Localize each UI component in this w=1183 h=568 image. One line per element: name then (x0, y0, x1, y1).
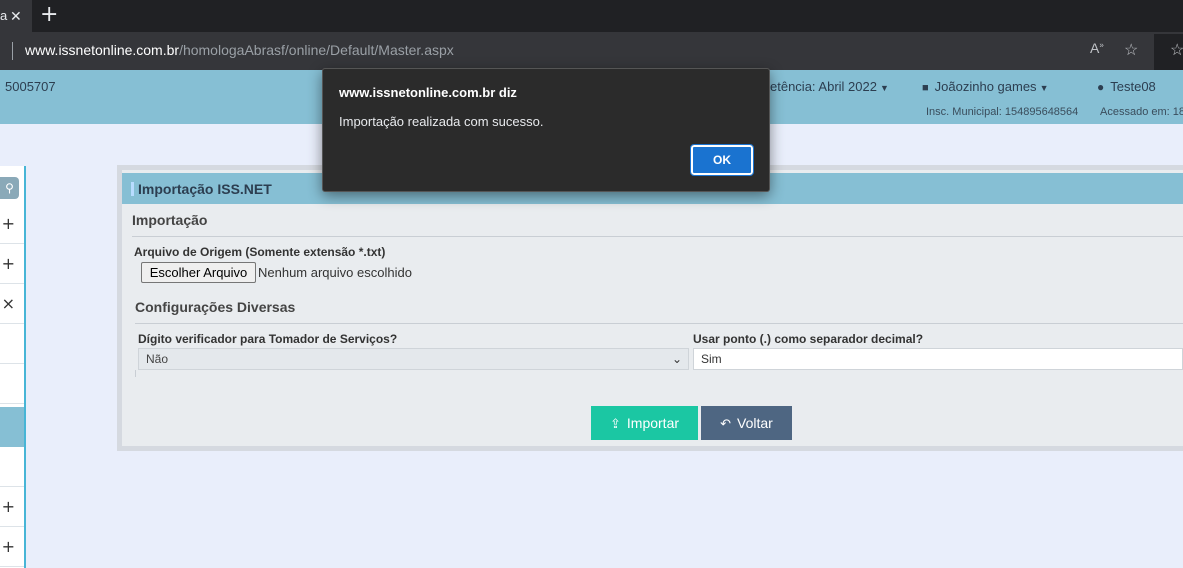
chevron-down-icon: ⌄ (671, 352, 682, 366)
insc-municipal: Insc. Municipal: 154895648564 (926, 106, 1079, 118)
digito-select[interactable]: Não ⌄ (138, 348, 689, 370)
panel-title: Importação ISS.NET (138, 181, 272, 197)
file-status: Nenhum arquivo escolhido (258, 265, 412, 280)
sidebar: ⚲ + + × + + (0, 166, 26, 568)
browser-tab-strip: a ✕ + (0, 0, 1183, 32)
ok-button[interactable]: OK (690, 144, 754, 176)
sidebar-item[interactable] (0, 324, 24, 364)
briefcase-icon: ■ (922, 82, 929, 94)
close-icon[interactable]: ✕ (10, 0, 22, 32)
file-label: Arquivo de Origem (Somente extensão *.tx… (134, 245, 386, 259)
section-configuracoes: Configurações Diversas (135, 299, 296, 315)
header-code: 5005707 (5, 79, 56, 94)
sidebar-item[interactable] (0, 447, 24, 487)
sidebar-item-expand[interactable]: + (0, 244, 24, 284)
browser-tab-label: a (0, 8, 8, 23)
address-bar-divider (12, 42, 13, 60)
choose-file-button[interactable]: Escolher Arquivo (141, 262, 256, 283)
sidebar-item-expand[interactable]: + (0, 527, 24, 567)
sidebar-item-expand[interactable]: + (0, 487, 24, 527)
browser-tab[interactable]: a ✕ (0, 0, 32, 32)
dialog-message: Importação realizada com sucesso. (339, 114, 544, 129)
import-panel: Importação ISS.NET Importação Arquivo de… (117, 165, 1183, 451)
back-button-label: Voltar (737, 415, 773, 431)
caret-down-icon: ▼ (879, 83, 889, 93)
competencia-dropdown[interactable]: etência: Abril 2022 ▼ (770, 79, 889, 94)
favorites-icon[interactable]: ☆ (1170, 40, 1183, 60)
digito-label: Dígito verificador para Tomador de Servi… (138, 332, 398, 346)
user-menu[interactable]: ● Teste08 (1097, 79, 1156, 94)
company-label: Joãozinho games (934, 79, 1037, 94)
divider (132, 236, 1183, 237)
url-host: www.issnetonline.com.br (25, 42, 180, 58)
caret-down-icon: ▼ (1039, 83, 1049, 93)
sidebar-item[interactable] (0, 364, 24, 404)
sidebar-item-active[interactable] (0, 407, 24, 447)
read-aloud-icon[interactable]: A» (1090, 40, 1104, 56)
last-access: Acessado em: 18 (1100, 106, 1183, 118)
company-dropdown[interactable]: ■ Joãozinho games ▼ (922, 79, 1048, 94)
ponto-label: Usar ponto (.) como separador decimal? (693, 332, 924, 346)
url-field[interactable]: www.issnetonline.com.br/homologaAbrasf/o… (25, 42, 454, 58)
import-button[interactable]: ⇪ Importar (591, 406, 698, 440)
reply-icon: ↶ (720, 417, 732, 432)
digito-value: Não (146, 352, 169, 366)
import-button-label: Importar (626, 415, 680, 431)
sidebar-item-expand[interactable]: + (0, 204, 24, 244)
dialog-title: www.issnetonline.com.br diz (339, 85, 517, 100)
sidebar-item-collapse[interactable]: × (0, 284, 24, 324)
ponto-value: Sim (701, 352, 722, 366)
user-icon: ● (1097, 80, 1105, 94)
new-tab-button[interactable]: + (40, 4, 58, 26)
import-panel-body: Importação ISS.NET Importação Arquivo de… (122, 170, 1183, 446)
competencia-label: etência: Abril 2022 (770, 79, 877, 94)
user-label: Teste08 (1110, 79, 1156, 94)
search-icon[interactable]: ⚲ (0, 177, 19, 199)
upload-icon: ⇪ (609, 417, 621, 432)
address-bar: www.issnetonline.com.br/homologaAbrasf/o… (0, 32, 1183, 70)
ponto-select[interactable]: Sim (693, 348, 1183, 370)
alert-dialog: www.issnetonline.com.br diz Importação r… (322, 68, 770, 192)
add-favorite-icon[interactable]: ☆ (1124, 40, 1138, 60)
back-button[interactable]: ↶ Voltar (701, 406, 792, 440)
section-importacao: Importação (132, 212, 208, 228)
divider (135, 323, 1183, 324)
url-path: /homologaAbrasf/online/Default/Master.as… (179, 42, 454, 58)
divider (135, 370, 136, 377)
title-accent (131, 182, 134, 196)
